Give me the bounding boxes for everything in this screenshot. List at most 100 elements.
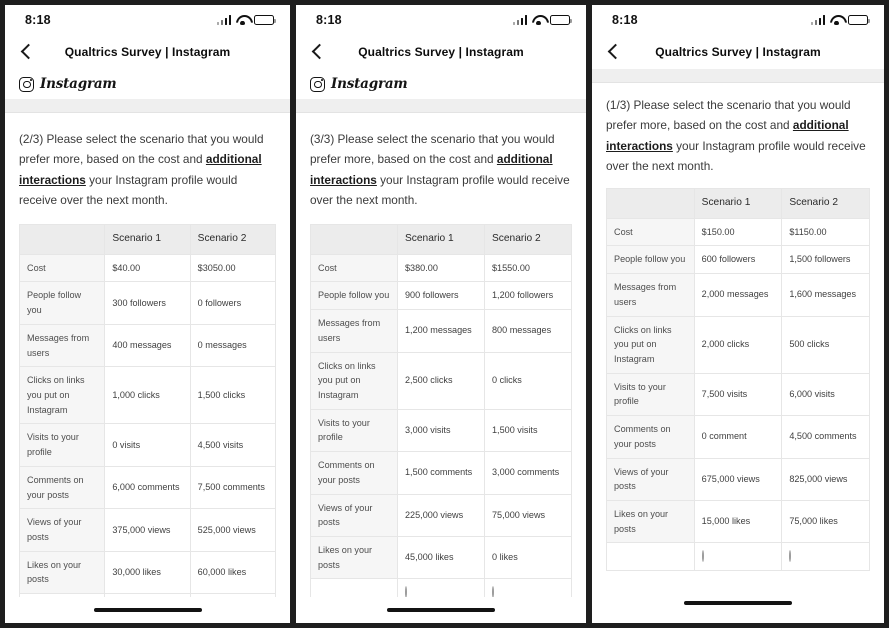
table-header-row: Scenario 1 Scenario 2 <box>18 224 277 255</box>
row-label-blank <box>18 593 106 597</box>
scenario-2-radio-cell[interactable] <box>781 542 870 572</box>
column-header-scenario-2: Scenario 2 <box>484 224 572 255</box>
question-text: (2/3) Please select the scenario that yo… <box>19 113 276 224</box>
scenario-1-value: 375,000 views <box>104 508 191 552</box>
radio-button-scenario-2[interactable] <box>789 550 792 563</box>
scenario-comparison-table: Scenario 1 Scenario 2 Cost $150.00 $1150… <box>606 188 870 572</box>
table-row: Comments on your posts 6,000 comments 7,… <box>18 465 277 510</box>
scenario-1-value: 1,200 messages <box>397 309 485 353</box>
phone-panel-3of3: 8:18 Qualtrics Survey | Instagram Instag… <box>296 0 592 628</box>
scenario-1-radio-cell[interactable] <box>397 578 485 597</box>
nav-bar: Qualtrics Survey | Instagram <box>296 35 586 69</box>
radio-button-scenario-1[interactable] <box>405 586 407 597</box>
scenario-1-value: 15,000 likes <box>693 499 783 544</box>
status-bar-clock: 8:18 <box>25 13 51 27</box>
section-divider <box>592 69 884 83</box>
status-bar-clock: 8:18 <box>612 13 638 27</box>
home-indicator-area <box>296 597 586 623</box>
signal-bars-icon <box>810 15 825 25</box>
column-header-scenario-1: Scenario 1 <box>397 224 485 255</box>
row-label: Likes on your posts <box>18 550 106 595</box>
table-row: Visits to your profile 3,000 visits 1,50… <box>310 408 572 453</box>
scenario-1-value: 2,000 messages <box>693 273 783 317</box>
scenario-1-value: $380.00 <box>397 253 485 283</box>
home-indicator-bar[interactable] <box>387 608 495 612</box>
scenario-2-value: 4,500 visits <box>189 423 277 467</box>
row-label-blank <box>606 542 695 572</box>
table-row: Comments on your posts 1,500 comments 3,… <box>310 451 572 495</box>
home-indicator-bar[interactable] <box>684 601 792 605</box>
scenario-1-radio-cell[interactable] <box>693 542 783 572</box>
radio-button-scenario-2[interactable] <box>492 586 494 597</box>
scenario-comparison-table: Scenario 1 Scenario 2 Cost $40.00 $3050.… <box>18 224 277 597</box>
survey-content: (2/3) Please select the scenario that yo… <box>5 113 290 597</box>
table-row: Messages from users 400 messages 0 messa… <box>18 323 277 368</box>
scenario-2-value: 7,500 comments <box>189 465 277 510</box>
phone-panel-1of3: 8:18 Qualtrics Survey | Instagram (1/3) … <box>592 0 889 628</box>
row-label: Messages from users <box>310 309 398 353</box>
scenario-2-radio-cell[interactable] <box>189 593 277 597</box>
row-label: Comments on your posts <box>310 451 398 495</box>
table-row: People follow you 900 followers 1,200 fo… <box>310 281 572 311</box>
table-row: Views of your posts 675,000 views 825,00… <box>606 457 870 501</box>
scenario-2-value: $1150.00 <box>781 217 870 247</box>
scenario-1-value: $150.00 <box>693 217 783 247</box>
table-row: Likes on your posts 15,000 likes 75,000 … <box>606 499 870 544</box>
table-body: Cost $380.00 $1550.00 People follow you … <box>310 253 572 597</box>
scenario-1-value: 400 messages <box>104 323 191 368</box>
status-bar-icons <box>810 14 871 26</box>
page-title: Qualtrics Survey | Instagram <box>64 45 231 59</box>
column-header-scenario-1: Scenario 1 <box>693 188 783 219</box>
instagram-wordmark: Instagram <box>331 76 408 92</box>
nav-bar: Qualtrics Survey | Instagram <box>5 35 290 69</box>
column-header-scenario-2: Scenario 2 <box>189 224 277 255</box>
row-label-blank <box>310 578 398 597</box>
column-header-blank <box>606 188 695 219</box>
row-label: Likes on your posts <box>310 535 398 580</box>
row-label: Comments on your posts <box>606 415 695 459</box>
back-chevron-icon[interactable] <box>310 44 326 60</box>
table-row: Cost $40.00 $3050.00 <box>18 253 277 283</box>
radio-button-scenario-1[interactable] <box>701 550 704 563</box>
scenario-1-value: 6,000 comments <box>104 465 191 510</box>
scenario-2-value: 3,000 comments <box>484 451 572 495</box>
home-indicator-bar[interactable] <box>93 608 202 612</box>
table-head: Scenario 1 Scenario 2 <box>310 224 572 255</box>
scenario-1-value: 900 followers <box>397 281 485 311</box>
scenario-2-value: 75,000 likes <box>781 499 870 544</box>
question-text: (1/3) Please select the scenario that yo… <box>606 83 870 188</box>
row-label: Clicks on links you put on Instagram <box>606 315 695 374</box>
column-header-scenario-1: Scenario 1 <box>104 224 191 255</box>
column-header-blank <box>310 224 398 255</box>
table-head: Scenario 1 Scenario 2 <box>18 224 277 255</box>
scenario-1-value: 2,000 clicks <box>693 315 783 374</box>
survey-content: (1/3) Please select the scenario that yo… <box>592 83 884 583</box>
row-label: Visits to your profile <box>18 423 106 467</box>
row-label: Views of your posts <box>18 508 106 552</box>
question-text: (3/3) Please select the scenario that yo… <box>310 113 572 224</box>
scenario-2-value: 0 followers <box>189 281 277 325</box>
scenario-2-value: 1,500 followers <box>781 245 870 275</box>
row-label: Clicks on links you put on Instagram <box>18 366 106 425</box>
back-chevron-icon[interactable] <box>606 44 622 60</box>
scenario-1-radio-cell[interactable] <box>104 593 191 597</box>
table-row: People follow you 300 followers 0 follow… <box>18 281 277 325</box>
scenario-1-value: 1,000 clicks <box>104 366 191 425</box>
scenario-1-value: 45,000 likes <box>397 535 485 580</box>
table-radio-row <box>606 542 870 572</box>
signal-bars-icon <box>512 15 527 25</box>
signal-bars-icon <box>216 15 231 25</box>
scenario-2-value: 0 clicks <box>484 351 572 410</box>
back-chevron-icon[interactable] <box>19 44 35 60</box>
scenario-1-value: 7,500 visits <box>693 372 783 417</box>
scenario-2-value: $3050.00 <box>189 253 277 283</box>
scenario-1-value: 3,000 visits <box>397 408 485 453</box>
scenario-2-value: 75,000 views <box>484 493 572 537</box>
scenario-2-radio-cell[interactable] <box>484 578 572 597</box>
scenario-2-value: 6,000 visits <box>781 372 870 417</box>
table-row: Clicks on links you put on Instagram 2,5… <box>310 351 572 410</box>
instagram-camera-icon <box>19 76 34 92</box>
scenario-comparison-table: Scenario 1 Scenario 2 Cost $380.00 $1550… <box>310 224 572 597</box>
scenario-2-value: 525,000 views <box>189 508 277 552</box>
table-row: Cost $150.00 $1150.00 <box>606 217 870 247</box>
